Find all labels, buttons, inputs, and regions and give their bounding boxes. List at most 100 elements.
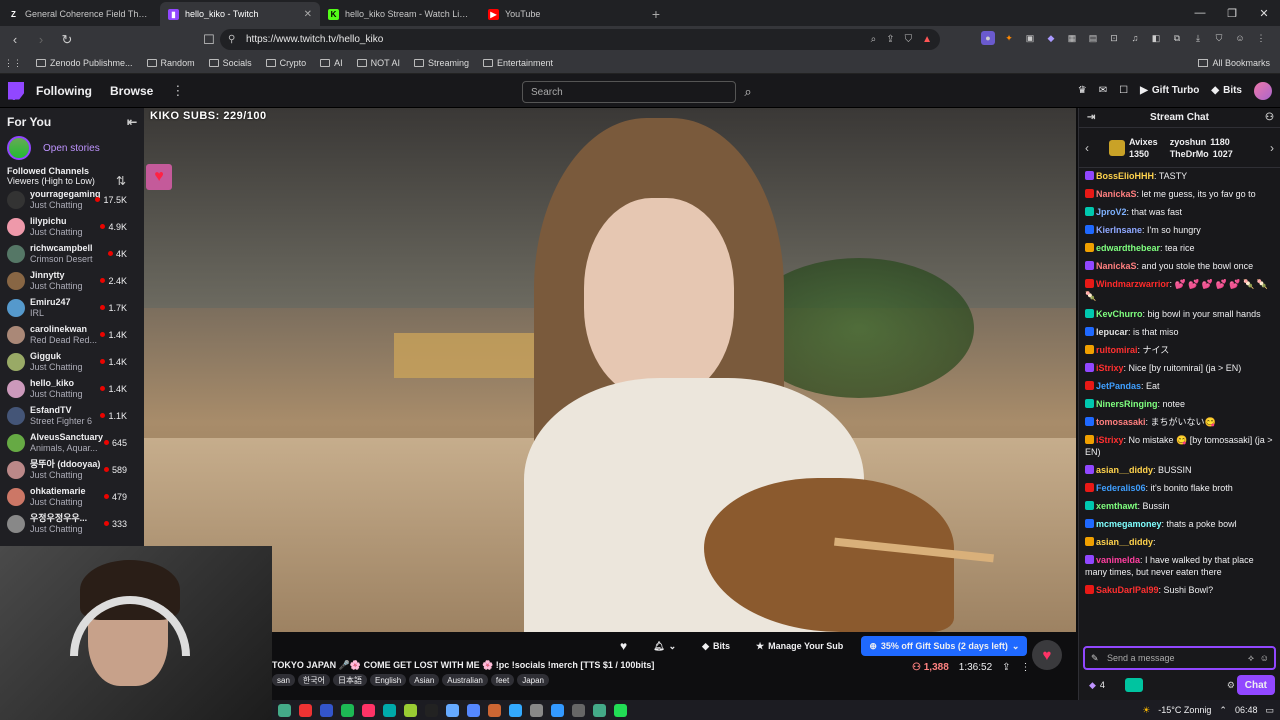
crown-icon[interactable]: ♛ xyxy=(1078,85,1087,96)
sidebar-channel[interactable]: carolinekwan Red Dead Red... 1.4K xyxy=(0,321,144,348)
sidebar-channel[interactable]: yourragegaming Just Chatting 17.5K xyxy=(0,186,144,213)
zoom-icon[interactable]: ⌕ xyxy=(871,34,877,45)
chat-username[interactable]: tomosasaki xyxy=(1096,417,1146,427)
extension-icon[interactable]: ▦ xyxy=(1065,31,1079,45)
extension-icon[interactable]: ⧉ xyxy=(1170,31,1184,45)
settings-icon[interactable]: ⚙ xyxy=(1227,680,1235,691)
extension-icon[interactable]: ▣ xyxy=(1023,31,1037,45)
bookmark-ai[interactable]: AI xyxy=(320,58,343,68)
apps-icon[interactable]: ⋮⋮ xyxy=(0,58,26,69)
sidebar-channel[interactable]: Jinnytty Just Chatting 2.4K xyxy=(0,267,144,294)
extension-icon[interactable]: ● xyxy=(981,31,995,45)
sidebar-channel[interactable]: lilypichu Just Chatting 4.9K xyxy=(0,213,144,240)
chat-send-button[interactable]: Chat xyxy=(1236,675,1275,695)
search-input[interactable]: Search xyxy=(522,81,736,103)
open-stories[interactable]: Open stories xyxy=(0,136,144,160)
chat-username[interactable]: Federalis06 xyxy=(1096,483,1146,493)
taskbar-app-icon[interactable] xyxy=(278,703,291,717)
avatar[interactable] xyxy=(1254,81,1272,100)
all-bookmarks[interactable]: All Bookmarks xyxy=(1198,58,1270,68)
collapse-chat-icon[interactable]: ⇥ xyxy=(1087,112,1095,123)
chat-username[interactable]: BossElioHHH xyxy=(1096,171,1154,181)
gifter-entry[interactable]: TheDrMo 1027 xyxy=(1170,149,1233,159)
extension-icon[interactable]: ▤ xyxy=(1086,31,1100,45)
browser-tab[interactable]: ▶ YouTube xyxy=(480,2,640,26)
taskbar-app-icon[interactable] xyxy=(362,703,375,717)
chat-username[interactable]: SakuDarlPal99 xyxy=(1096,585,1159,595)
sidebar-channel[interactable]: 뭉뚜아 (ddooyaa) Just Chatting 589 xyxy=(0,456,144,483)
sidebar-channel[interactable]: ohkatiemarie Just Chatting 479 xyxy=(0,483,144,510)
taskbar-app-icon[interactable] xyxy=(320,703,333,717)
taskbar-app-icon[interactable] xyxy=(509,703,522,717)
twitch-logo-icon[interactable] xyxy=(8,81,24,100)
sidebar-channel[interactable]: EsfandTV Street Fighter 6 1.1K xyxy=(0,402,144,429)
stream-tag[interactable]: 日本語 xyxy=(333,674,367,686)
minimize-button[interactable]: — xyxy=(1184,0,1216,26)
taskbar-app-icon[interactable] xyxy=(404,703,417,717)
chat-username[interactable]: Windmarzwarrior xyxy=(1096,279,1169,289)
chat-username[interactable]: JproV2 xyxy=(1096,207,1127,217)
hype-heart-button[interactable]: ♥ xyxy=(1032,640,1062,670)
forward-icon[interactable]: › xyxy=(30,29,52,51)
bits-cheer-button[interactable]: ◆ Bits xyxy=(694,636,738,656)
chat-username[interactable]: asian__diddy xyxy=(1096,537,1153,547)
taskbar-app-icon[interactable] xyxy=(467,703,480,717)
profile-icon[interactable]: ☺ xyxy=(1233,31,1247,45)
sidebar-channel[interactable]: Emiru247 IRL 1.7K xyxy=(0,294,144,321)
gifter-entry[interactable]: zyoshun 1180 xyxy=(1170,137,1233,147)
menu-icon[interactable]: ⋮ xyxy=(1254,31,1268,45)
bookmark-zenodo[interactable]: Zenodo Publishme... xyxy=(36,58,133,68)
whispers-icon[interactable]: ☐ xyxy=(1119,85,1128,96)
music-icon[interactable]: ♫ xyxy=(1128,31,1142,45)
follow-heart-button[interactable]: ♥ xyxy=(612,636,635,656)
browser-tab[interactable]: K hello_kiko Stream - Watch Live on xyxy=(320,2,480,26)
chat-username[interactable]: KierInsane xyxy=(1096,225,1142,235)
back-icon[interactable]: ‹ xyxy=(4,29,26,51)
taskbar-app-icon[interactable] xyxy=(341,703,354,717)
chat-username[interactable]: rultomirai xyxy=(1096,345,1138,355)
chat-username[interactable]: vanimelda xyxy=(1096,555,1140,565)
taskbar-app-icon[interactable] xyxy=(383,703,396,717)
bookmark-crypto[interactable]: Crypto xyxy=(265,58,306,68)
points-claim-icon[interactable] xyxy=(1124,678,1143,692)
extension-icon[interactable]: ⛉ xyxy=(1212,31,1226,45)
download-icon[interactable]: ⤓ xyxy=(1191,31,1205,45)
bookmark-random[interactable]: Random xyxy=(146,58,195,68)
shield-icon[interactable]: ⛉ xyxy=(905,34,913,45)
chat-username[interactable]: NanickaS xyxy=(1096,189,1137,199)
notification-icon[interactable]: ▭ xyxy=(1265,705,1274,716)
tray-chevron-icon[interactable]: ⌃ xyxy=(1219,705,1227,716)
inbox-icon[interactable]: ✉ xyxy=(1099,85,1107,96)
chat-username[interactable]: NanickaS xyxy=(1096,261,1137,271)
taskbar-app-icon[interactable] xyxy=(425,703,438,717)
bookmark-entertainment[interactable]: Entertainment xyxy=(483,58,553,68)
taskbar-app-icon[interactable] xyxy=(446,703,459,717)
gift-subs-button[interactable]: ⊕ 35% off Gift Subs (2 days left) ⌄ xyxy=(861,636,1028,656)
chat-username[interactable]: edwardthebear xyxy=(1096,243,1160,253)
chat-username[interactable]: KevChurro xyxy=(1096,309,1143,319)
sidebar-channel[interactable]: 우정우정우우... Just Chatting 333 xyxy=(0,510,144,537)
stream-tag[interactable]: feet xyxy=(490,674,515,686)
taskbar-app-icon[interactable] xyxy=(530,703,543,717)
browser-tab[interactable]: Z General Coherence Field Theory (GC xyxy=(0,2,160,26)
chat-username[interactable]: mcmegamoney xyxy=(1096,519,1162,529)
chat-username[interactable]: asian__diddy xyxy=(1096,465,1153,475)
url-field[interactable]: ⚲ https://www.twitch.tv/hello_kiko ⌕ ⇪ ⛉… xyxy=(220,29,940,50)
chat-username[interactable]: iStrixy xyxy=(1096,363,1124,373)
browse-link[interactable]: Browse xyxy=(110,84,153,98)
taskbar-app-icon[interactable] xyxy=(551,703,564,717)
more-options-icon[interactable]: ⋮ xyxy=(1021,662,1031,673)
bookmark-streaming[interactable]: Streaming xyxy=(413,58,469,68)
stream-tag[interactable]: Australian xyxy=(442,674,488,686)
chat-username[interactable]: JetPandas xyxy=(1096,381,1141,391)
new-tab-button[interactable]: + xyxy=(644,2,668,26)
bits-button[interactable]: ◆ Bits xyxy=(1211,85,1242,96)
emote-icon[interactable]: ☺ xyxy=(1260,653,1269,663)
warning-icon[interactable]: ▲ xyxy=(922,34,932,45)
sidebar-channel[interactable]: Gigguk Just Chatting 1.4K xyxy=(0,348,144,375)
extension-icon[interactable]: ⊡ xyxy=(1107,31,1121,45)
users-icon[interactable]: ⚇ xyxy=(1265,112,1274,123)
gift-turbo-button[interactable]: ▶ Gift Turbo xyxy=(1140,85,1199,96)
taskbar-app-icon[interactable] xyxy=(488,703,501,717)
stream-tag[interactable]: san xyxy=(272,674,295,686)
